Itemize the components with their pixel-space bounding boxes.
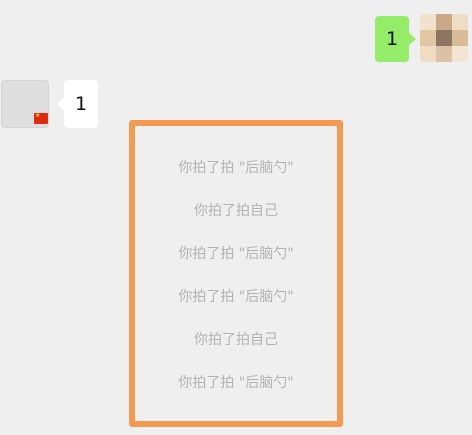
- outgoing-message-bubble[interactable]: 1: [375, 16, 416, 62]
- pat-notification: 你拍了拍自己: [194, 332, 278, 348]
- my-avatar-icon[interactable]: [420, 14, 468, 62]
- china-flag-icon: ★: [34, 113, 48, 124]
- avatar-pixel: [420, 46, 436, 62]
- avatar-pixel: [436, 14, 452, 30]
- avatar-pixel: [436, 30, 452, 46]
- pat-notification: 你拍了拍 "后脑勺": [178, 375, 294, 391]
- avatar-pixel: [452, 46, 468, 62]
- avatar-pixel: [452, 14, 468, 30]
- avatar-pixel: [420, 30, 436, 46]
- avatar-pixel: [420, 14, 436, 30]
- pat-notification: 你拍了拍自己: [194, 203, 278, 219]
- pat-notification: 你拍了拍 "后脑勺": [178, 289, 294, 305]
- chat-area: 1 ★ 1 你拍了拍 "后脑勺" 你拍了拍自己 你拍了拍 "后脑勺" 你拍了拍 …: [0, 0, 472, 435]
- pat-notification: 你拍了拍 "后脑勺": [178, 160, 294, 176]
- outgoing-message-text: 1: [385, 28, 399, 50]
- pat-notification: 你拍了拍 "后脑勺": [178, 246, 294, 262]
- avatar-pixel: [452, 30, 468, 46]
- incoming-message-bubble[interactable]: 1: [57, 80, 98, 128]
- avatar-pixel: [436, 46, 452, 62]
- incoming-message-text: 1: [74, 93, 88, 115]
